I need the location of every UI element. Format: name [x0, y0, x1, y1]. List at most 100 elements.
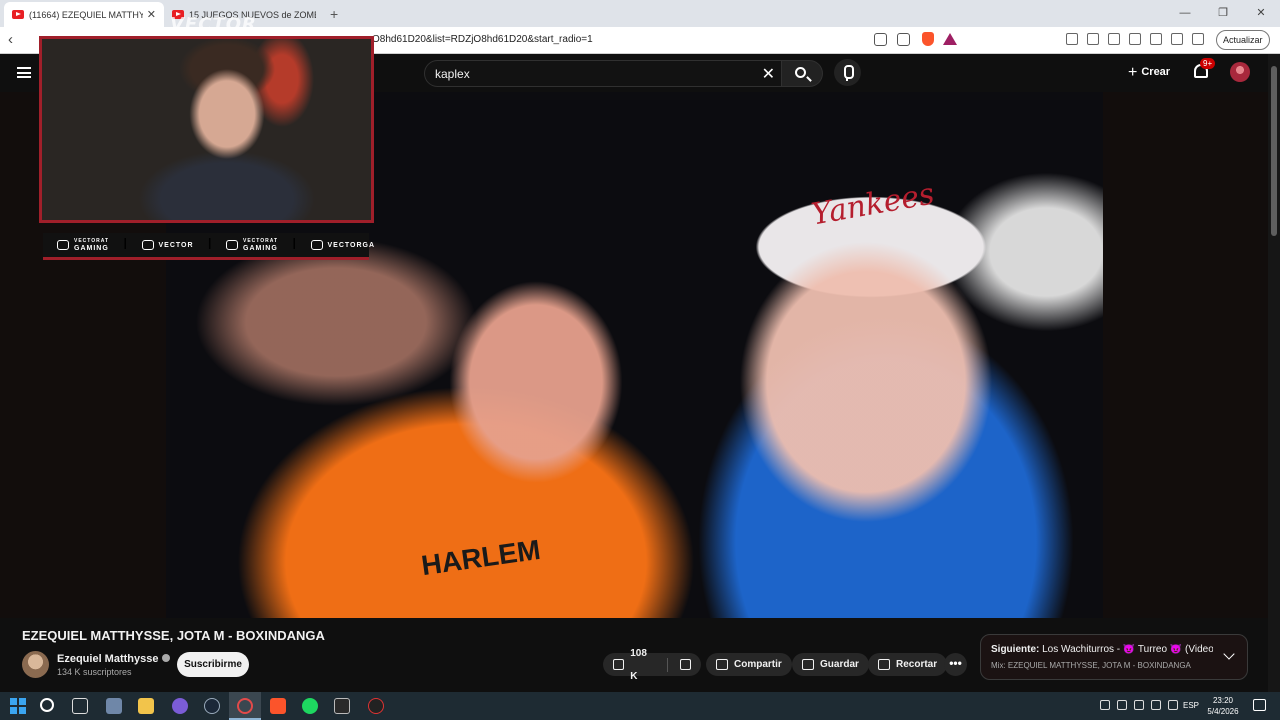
- plus-icon: +: [1128, 64, 1138, 81]
- volume-icon[interactable]: [1168, 700, 1178, 710]
- notification-badge: 9+: [1200, 58, 1216, 69]
- social-links-bar: VECTORAT GAMING I VECTOR I VECTORAT GAMI…: [43, 233, 374, 260]
- search-icon: [795, 67, 806, 78]
- verified-icon: [162, 654, 171, 662]
- screen: (11664) EZEQUIEL MATTHYSSE, ✕ 15 JUEGOS …: [0, 0, 1280, 720]
- social-twitch: VECTOR: [141, 240, 194, 250]
- search-button[interactable]: [782, 60, 823, 87]
- browser-tab-active[interactable]: (11664) EZEQUIEL MATTHYSSE, ✕: [4, 2, 164, 27]
- thumbs-down-icon[interactable]: [679, 659, 692, 670]
- clip-button[interactable]: Recortar: [868, 653, 948, 676]
- subscriber-count: 134 K suscriptores: [57, 667, 132, 677]
- brave-rewards-icon[interactable]: [943, 33, 957, 45]
- social-separator: I: [123, 236, 128, 253]
- obs-icon[interactable]: [368, 698, 384, 714]
- extension-icon[interactable]: [1087, 33, 1099, 45]
- window-controls: — ❐ ✕: [1166, 0, 1280, 27]
- account-avatar[interactable]: [1230, 62, 1250, 82]
- channel-avatar[interactable]: [22, 651, 49, 678]
- close-window-button[interactable]: ✕: [1242, 0, 1280, 27]
- opera-gx-icon[interactable]: [237, 698, 253, 714]
- windows-start-icon[interactable]: [10, 698, 26, 714]
- scrollbar-thumb[interactable]: [1271, 66, 1277, 236]
- vpn-icon[interactable]: [1192, 33, 1204, 45]
- microphone-icon[interactable]: [1134, 700, 1144, 710]
- task-view-icon[interactable]: [72, 698, 88, 714]
- voice-search-icon[interactable]: [834, 59, 861, 86]
- update-button[interactable]: Actualizar: [1216, 30, 1270, 50]
- chevron-up-icon[interactable]: [1100, 700, 1110, 710]
- cast-icon[interactable]: [874, 33, 887, 46]
- social-youtube: VECTORAT GAMING: [57, 238, 109, 252]
- windows-taskbar: ESP 23:20 5/4/2026: [0, 692, 1280, 720]
- like-dislike-group: 108 K: [603, 648, 701, 682]
- clock-date: 5/4/2026: [1207, 707, 1239, 716]
- instagram-icon: [310, 240, 323, 250]
- address-bar-url[interactable]: O8hd61D20&list=RDZjO8hd61D20&start_radio…: [372, 34, 593, 45]
- extensions-bar: [1066, 33, 1204, 45]
- share-page-icon[interactable]: [897, 33, 910, 46]
- sidebar-icon[interactable]: [1129, 33, 1141, 45]
- thumbs-up-icon[interactable]: [613, 659, 625, 670]
- brave-icon[interactable]: [270, 698, 286, 714]
- file-explorer-icon[interactable]: [138, 698, 154, 714]
- up-next-mix: Mix: EZEQUIEL MATTHYSSE, JOTA M - BOXIND…: [991, 661, 1191, 670]
- notification-center-icon[interactable]: [1253, 699, 1266, 711]
- hamburger-menu-icon[interactable]: [17, 67, 31, 78]
- social-twitter: VECTORAT GAMING: [226, 238, 278, 252]
- channel-name[interactable]: Ezequiel Matthysse: [57, 653, 171, 665]
- language-indicator[interactable]: ESP: [1183, 701, 1199, 710]
- up-next-card[interactable]: Siguiente: Los Wachiturros - 😈 Turreo 😈 …: [980, 634, 1248, 680]
- search-query: kaplex: [435, 67, 470, 81]
- like-divider: [666, 657, 668, 672]
- share-arrow-icon: [716, 659, 728, 670]
- create-label: Crear: [1141, 66, 1171, 78]
- clear-search-icon[interactable]: ✕: [762, 64, 775, 84]
- discord-icon[interactable]: [172, 698, 188, 714]
- leo-ai-icon[interactable]: [1171, 33, 1183, 45]
- search-icon[interactable]: [40, 698, 54, 712]
- app-icon[interactable]: [106, 698, 122, 714]
- address-bar-icons: [874, 33, 910, 46]
- stream-watermark: VECTOR: [170, 14, 257, 35]
- wallet-icon[interactable]: [1150, 33, 1162, 45]
- cap-logo-text: Yankees: [808, 176, 937, 233]
- like-count[interactable]: 108 K: [630, 642, 655, 688]
- system-tray: [1100, 700, 1178, 710]
- social-instagram: VECTORGA: [310, 240, 376, 250]
- up-next-title: Siguiente: Los Wachiturros - 😈 Turreo 😈 …: [991, 644, 1213, 655]
- page-scrollbar[interactable]: [1268, 54, 1280, 692]
- clock-time: 23:20: [1212, 696, 1234, 705]
- share-button[interactable]: Compartir: [706, 653, 792, 676]
- back-arrow-icon[interactable]: ‹: [8, 31, 13, 48]
- social-separator: I: [292, 236, 297, 253]
- scissors-icon: [878, 659, 890, 670]
- brave-shields-icon[interactable]: [922, 32, 934, 46]
- extension-puzzle-icon[interactable]: [1066, 33, 1078, 45]
- restore-button[interactable]: ❐: [1204, 0, 1242, 27]
- create-button[interactable]: + Crear: [1128, 64, 1170, 82]
- chevron-down-icon[interactable]: [1223, 648, 1235, 660]
- twitch-icon: [141, 240, 154, 250]
- media-icon[interactable]: [1108, 33, 1120, 45]
- webcam-overlay: [39, 36, 374, 223]
- more-actions-button[interactable]: •••: [944, 653, 967, 676]
- search-input[interactable]: kaplex ✕: [424, 60, 782, 87]
- bookmark-icon: [802, 659, 814, 670]
- twitter-icon: [226, 240, 238, 250]
- clock[interactable]: 23:20 5/4/2026: [1205, 695, 1241, 717]
- video-title: EZEQUIEL MATTHYSSE, JOTA M - BOXINDANGA: [22, 628, 325, 643]
- tray-app-icon[interactable]: [1117, 700, 1127, 710]
- subscribe-button[interactable]: Suscribirme: [177, 652, 249, 677]
- network-icon[interactable]: [1151, 700, 1161, 710]
- minimize-button[interactable]: —: [1166, 0, 1204, 27]
- hoodie-text: HARLEM: [419, 533, 543, 582]
- new-tab-button[interactable]: +: [330, 2, 338, 27]
- social-separator: I: [207, 236, 212, 253]
- app-icon[interactable]: [334, 698, 350, 714]
- tab-title: (11664) EZEQUIEL MATTHYSSE,: [29, 9, 143, 20]
- save-button[interactable]: Guardar: [792, 653, 869, 676]
- steam-icon[interactable]: [204, 698, 220, 714]
- tab-close-icon[interactable]: ✕: [147, 8, 156, 21]
- spotify-icon[interactable]: [302, 698, 318, 714]
